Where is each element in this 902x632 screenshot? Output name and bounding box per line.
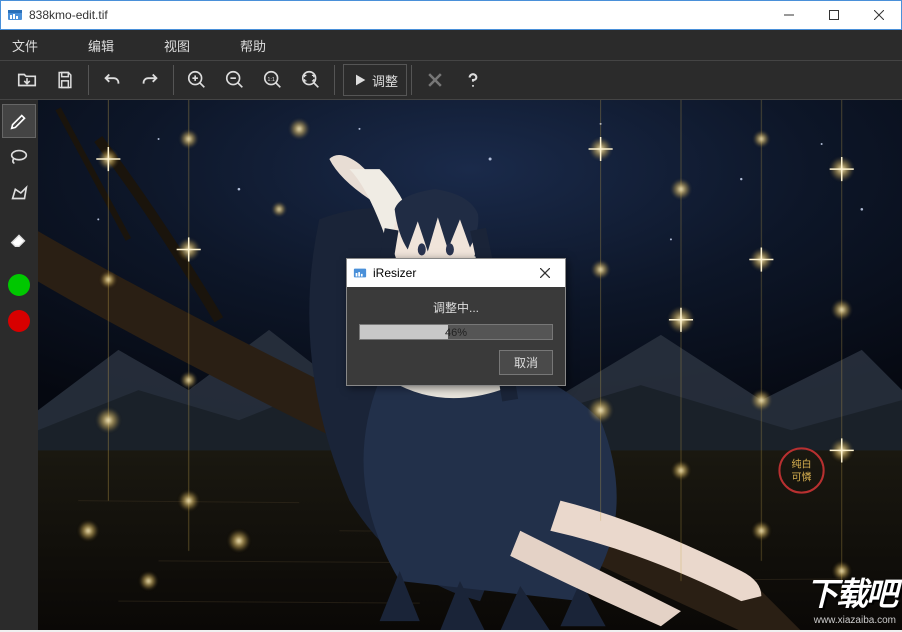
menu-help[interactable]: 帮助 <box>240 36 266 55</box>
watermark-url: www.xiazaiba.com <box>806 615 896 626</box>
minimize-button[interactable] <box>766 1 811 29</box>
dialog-app-icon <box>353 266 367 280</box>
app-icon <box>7 7 23 23</box>
green-dot-icon <box>8 274 30 296</box>
open-button[interactable] <box>8 61 46 99</box>
toolbar: 1:1 调整 <box>0 60 902 100</box>
menu-file[interactable]: 文件 <box>12 36 38 55</box>
brush-tool[interactable] <box>2 104 36 138</box>
stamp-line2: 可憐 <box>792 471 812 484</box>
window-titlebar: 838kmo-edit.tif <box>0 0 902 30</box>
tool-sidebar <box>0 100 38 630</box>
cancel-x-button[interactable] <box>416 61 454 99</box>
polygon-tool[interactable] <box>2 176 36 210</box>
mark-remove-tool[interactable] <box>2 304 36 338</box>
save-button[interactable] <box>46 61 84 99</box>
zoom-fit-button[interactable] <box>292 61 330 99</box>
dialog-status-text: 调整中... <box>359 299 553 316</box>
mark-keep-tool[interactable] <box>2 268 36 302</box>
help-button[interactable] <box>454 61 492 99</box>
watermark: 下载吧 www.xiazaiba.com <box>806 569 896 626</box>
close-button[interactable] <box>856 1 901 29</box>
menubar: 文件 编辑 视图 帮助 <box>0 30 902 60</box>
zoom-out-button[interactable] <box>216 61 254 99</box>
eraser-tool[interactable] <box>2 222 36 256</box>
svg-text:1:1: 1:1 <box>267 77 275 83</box>
redo-button[interactable] <box>131 61 169 99</box>
red-dot-icon <box>8 310 30 332</box>
stamp-line1: 纯白 <box>792 457 812 470</box>
dialog-cancel-button[interactable]: 取消 <box>499 350 553 375</box>
dialog-titlebar[interactable]: iResizer <box>347 259 565 287</box>
lasso-tool[interactable] <box>2 140 36 174</box>
zoom-actual-button[interactable]: 1:1 <box>254 61 292 99</box>
dialog-title: iResizer <box>373 266 525 280</box>
dialog-close-button[interactable] <box>525 259 565 287</box>
zoom-in-button[interactable] <box>178 61 216 99</box>
progress-percent-text: 46% <box>360 325 552 341</box>
undo-button[interactable] <box>93 61 131 99</box>
menu-edit[interactable]: 编辑 <box>88 36 114 55</box>
progress-dialog: iResizer 调整中... 46% 取消 <box>346 258 566 386</box>
watermark-text: 下载吧 <box>806 576 896 612</box>
maximize-button[interactable] <box>811 1 856 29</box>
window-title: 838kmo-edit.tif <box>29 8 766 22</box>
adjust-button[interactable]: 调整 <box>343 64 407 96</box>
menu-view[interactable]: 视图 <box>164 36 190 55</box>
progress-bar: 46% <box>359 324 553 340</box>
adjust-label: 调整 <box>372 71 398 90</box>
